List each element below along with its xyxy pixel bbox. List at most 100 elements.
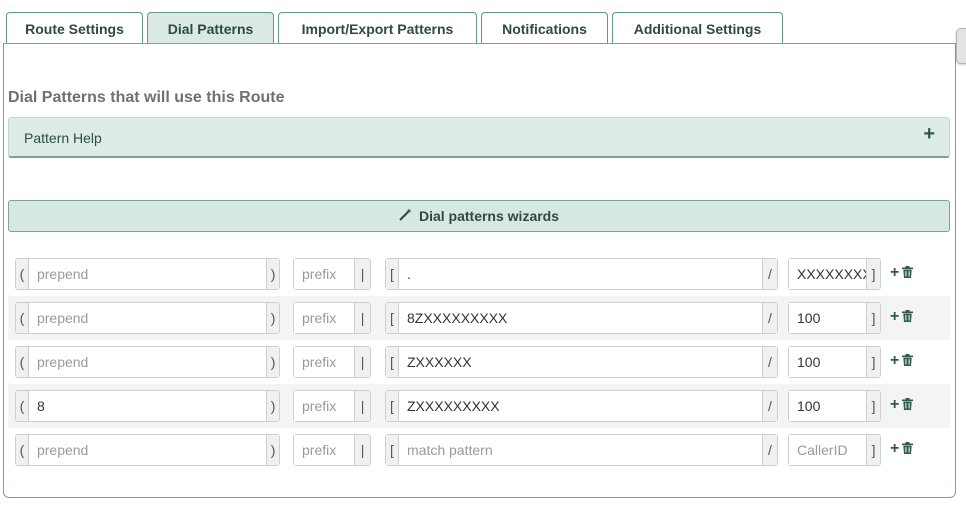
prefix-group: prefix | [293,434,371,466]
tab-bar: Route Settings Dial Patterns Import/Expo… [6,12,787,45]
bracket-label: ] [867,347,880,377]
callerid-input[interactable]: XXXXXXXXXX [789,259,868,289]
prefix-group: prefix | [293,258,371,290]
bracket-label: ) [267,259,279,289]
bracket-label: | [355,347,370,377]
prepend-group: (prepend) [15,434,280,466]
prepend-input[interactable]: 8 [27,391,268,421]
dial-pattern-row: (prepend) prefix | [8ZXXXXXXXXX/ 100] + [8,296,950,340]
match-pattern-group: [. / [385,258,778,290]
tab-notifications[interactable]: Notifications [481,12,608,44]
bracket-label: / [763,435,777,465]
callerid-group: 100] [788,302,881,334]
dial-patterns-wizard-button[interactable]: Dial patterns wizards [8,200,950,232]
match-pattern-input[interactable]: 8ZXXXXXXXXX [398,303,763,333]
prefix-group: prefix | [293,390,371,422]
match-pattern-input[interactable]: ZXXXXXX [398,347,763,377]
add-row-plus-icon[interactable]: + [890,397,899,413]
tab-dial-patterns[interactable]: Dial Patterns [147,12,274,45]
callerid-group: 100] [788,390,881,422]
delete-row-trash-icon[interactable] [902,265,914,281]
prepend-input[interactable]: prepend [27,435,268,465]
prepend-input[interactable]: prepend [27,259,268,289]
side-panel-handle[interactable] [956,28,966,64]
bracket-label: [ [386,347,398,377]
delete-row-trash-icon[interactable] [902,353,914,369]
callerid-input[interactable]: 100 [789,303,868,333]
prepend-group: (prepend) [15,346,280,378]
delete-row-trash-icon[interactable] [902,309,914,325]
tab-route-settings[interactable]: Route Settings [6,12,143,44]
section-title: Dial Patterns that will use this Route [8,89,285,106]
row-actions: + [890,397,914,413]
bracket-label: ] [867,391,880,421]
bracket-label: | [355,303,370,333]
tab-additional-settings[interactable]: Additional Settings [612,12,783,44]
prefix-input[interactable]: prefix [294,303,356,333]
bracket-label: ] [867,303,880,333]
bracket-label: [ [386,303,398,333]
magic-wand-icon [399,208,412,224]
row-actions: + [890,441,914,457]
prepend-group: (8) [15,390,280,422]
callerid-group: XXXXXXXXXX] [788,258,881,290]
delete-row-trash-icon[interactable] [902,397,914,413]
dial-pattern-list: (prepend)prefix|[./XXXXXXXXXX]+(prepend)… [8,252,950,472]
prepend-group: (prepend) [15,302,280,334]
add-row-plus-icon[interactable]: + [890,353,899,369]
bracket-label: ) [267,391,279,421]
prepend-input[interactable]: prepend [27,347,268,377]
dial-pattern-row: (prepend) prefix| [./ XXXXXXXXXX] + [8,252,950,296]
prefix-group: prefix | [293,346,371,378]
delete-row-trash-icon[interactable] [902,441,914,457]
match-pattern-input[interactable]: ZXXXXXXXXX [398,391,763,421]
bracket-label: ( [16,303,28,333]
match-pattern-group: [ZXXXXXX / [385,346,778,378]
pattern-help-label: Pattern Help [24,130,102,146]
add-row-plus-icon[interactable]: + [890,441,899,457]
row-actions: + [890,265,914,281]
match-pattern-group: [match pattern / [385,434,778,466]
bracket-label: ) [267,435,279,465]
tab-import-export-patterns[interactable]: Import/Export Patterns [278,12,477,44]
bracket-label: ( [16,347,28,377]
bracket-label: | [355,391,370,421]
expand-plus-icon[interactable]: + [923,123,935,146]
add-row-plus-icon[interactable]: + [890,265,899,281]
bracket-label: ) [267,347,279,377]
bracket-label: / [763,303,777,333]
bracket-label: | [355,435,370,465]
callerid-input[interactable]: CallerID [789,435,868,465]
match-pattern-input[interactable]: match pattern [398,435,763,465]
pattern-help-bar[interactable]: Pattern Help + [8,117,950,158]
prefix-input[interactable]: prefix [294,347,356,377]
row-actions: + [890,309,914,325]
bracket-label: [ [386,391,398,421]
prefix-input[interactable]: prefix [294,259,356,289]
row-actions: + [890,353,914,369]
bracket-label: [ [386,435,398,465]
bracket-label: / [763,347,777,377]
callerid-input[interactable]: 100 [789,391,868,421]
bracket-label: ] [867,259,880,289]
prefix-input[interactable]: prefix [294,391,356,421]
prefix-group: prefix | [293,302,371,334]
match-pattern-input[interactable]: . [398,259,763,289]
callerid-group: 100] [788,346,881,378]
wizard-label: Dial patterns wizards [418,208,560,224]
bracket-label: ( [16,259,28,289]
bracket-label: / [763,391,777,421]
match-pattern-group: [ZXXXXXXXXX / [385,390,778,422]
prepend-input[interactable]: prepend [27,303,268,333]
prepend-group: (prepend) [15,258,280,290]
callerid-input[interactable]: 100 [789,347,868,377]
dial-pattern-row: (8) prefix |[ZXXXXXXXXX/100] + [8,384,950,428]
prefix-input[interactable]: prefix [294,435,356,465]
bracket-label: | [355,259,370,289]
add-row-plus-icon[interactable]: + [890,309,899,325]
dial-pattern-row: (prepend) prefix |[match pattern / CallerID]… [8,428,950,472]
bracket-label: / [763,259,777,289]
bracket-label: ( [16,391,28,421]
callerid-group: CallerID] [788,434,881,466]
bracket-label: ] [867,435,880,465]
